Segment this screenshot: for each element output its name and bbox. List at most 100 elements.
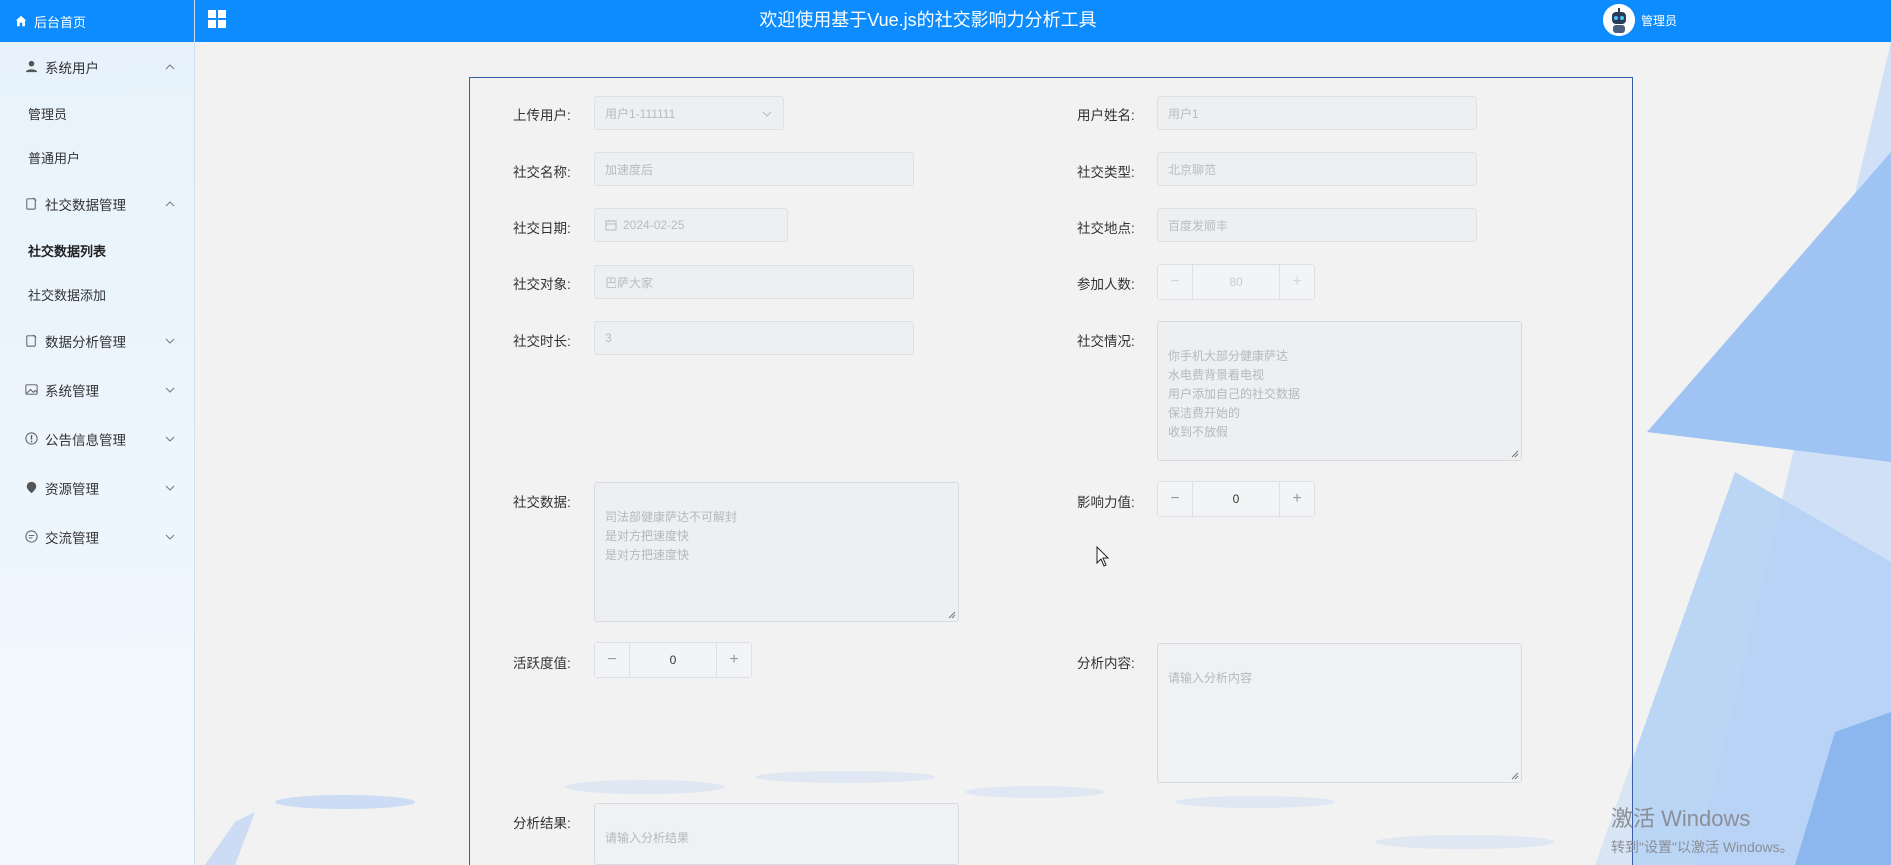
situation-value: 你手机大部分健康萨达 水电费背景看电视 用户添加自己的社交数据 保洁费开始的 收… bbox=[1168, 349, 1301, 439]
increment-button[interactable]: + bbox=[1279, 482, 1314, 516]
analysis-result-label: 分析结果: bbox=[513, 816, 571, 831]
info-icon bbox=[25, 432, 38, 445]
user-menu[interactable]: 管理员 bbox=[1603, 4, 1677, 36]
calendar-icon bbox=[605, 220, 617, 231]
social-data-label: 社交数据: bbox=[513, 495, 571, 510]
decrement-button[interactable]: − bbox=[1158, 482, 1193, 516]
chevron-down-icon bbox=[165, 436, 175, 442]
mouse-cursor-icon bbox=[1096, 546, 1110, 567]
sidebar-group-social-data[interactable]: 社交数据管理 bbox=[0, 179, 194, 228]
social-type-value: 北京聊范 bbox=[1168, 162, 1217, 177]
resize-grip-icon[interactable] bbox=[1511, 772, 1519, 780]
sidebar-group-label: 交流管理 bbox=[45, 530, 99, 546]
increment-button[interactable]: + bbox=[1279, 265, 1314, 299]
participants-label: 参加人数: bbox=[1077, 277, 1135, 292]
sidebar-home[interactable]: 后台首页 bbox=[0, 0, 194, 42]
chevron-up-icon bbox=[165, 200, 175, 206]
sidebar-item-admins[interactable]: 管理员 bbox=[0, 91, 194, 135]
document-icon bbox=[26, 197, 37, 210]
chevron-down-icon bbox=[165, 338, 175, 344]
social-place-input[interactable]: 百度发顺丰 bbox=[1157, 208, 1477, 242]
picture-icon bbox=[25, 384, 38, 395]
social-date-picker[interactable]: 2024-02-25 bbox=[594, 208, 788, 242]
sidebar-group-notice[interactable]: 公告信息管理 bbox=[0, 414, 194, 463]
analysis-content-textarea[interactable]: 请输入分析内容 bbox=[1157, 643, 1522, 783]
activity-value: 0 bbox=[630, 643, 716, 677]
social-target-value: 巴萨大家 bbox=[605, 275, 654, 290]
sidebar-group-label: 数据分析管理 bbox=[45, 334, 126, 350]
user-name-input[interactable]: 用户1 bbox=[1157, 96, 1477, 130]
duration-value: 3 bbox=[605, 331, 612, 345]
sidebar-group-label: 系统管理 bbox=[45, 383, 99, 399]
sidebar-group-analysis[interactable]: 数据分析管理 bbox=[0, 316, 194, 365]
page-title: 欢迎使用基于Vue.js的社交影响力分析工具 bbox=[759, 10, 1097, 30]
upload-user-label: 上传用户: bbox=[513, 108, 571, 123]
robot-avatar-icon bbox=[1603, 4, 1635, 36]
social-name-value: 加速度后 bbox=[605, 162, 654, 177]
chat-icon bbox=[25, 530, 38, 543]
chevron-down-icon bbox=[165, 534, 175, 540]
sidebar-home-label: 后台首页 bbox=[34, 14, 87, 30]
resize-grip-icon[interactable] bbox=[1511, 450, 1519, 458]
influence-value: 0 bbox=[1193, 482, 1279, 516]
sidebar-item-social-data-add[interactable]: 社交数据添加 bbox=[0, 272, 194, 316]
social-date-label: 社交日期: bbox=[513, 221, 571, 236]
home-icon bbox=[15, 15, 27, 27]
windows-activation-watermark: 激活 Windows 转到"设置"以激活 Windows。 bbox=[1611, 801, 1794, 857]
situation-textarea[interactable]: 你手机大部分健康萨达 水电费背景看电视 用户添加自己的社交数据 保洁费开始的 收… bbox=[1157, 321, 1522, 461]
social-target-label: 社交对象: bbox=[513, 277, 571, 292]
activity-label: 活跃度值: bbox=[513, 656, 571, 671]
document-icon bbox=[26, 334, 37, 347]
resize-grip-icon[interactable] bbox=[948, 611, 956, 619]
sidebar: 后台首页 系统用户 管理员 普通用户 社交数据管理 社交数据列表 社交数据添加 … bbox=[0, 0, 195, 865]
activity-stepper[interactable]: − 0 + bbox=[594, 642, 752, 678]
watermark-line2: 转到"设置"以激活 Windows。 bbox=[1611, 839, 1794, 855]
social-name-label: 社交名称: bbox=[513, 165, 571, 180]
watermark-line1: 激活 Windows bbox=[1611, 806, 1751, 831]
social-type-label: 社交类型: bbox=[1077, 165, 1135, 180]
chevron-down-icon bbox=[165, 485, 175, 491]
sidebar-item-social-data-list[interactable]: 社交数据列表 bbox=[0, 228, 194, 272]
analysis-content-label: 分析内容: bbox=[1077, 656, 1135, 671]
sidebar-item-users[interactable]: 普通用户 bbox=[0, 135, 194, 179]
participants-value: 80 bbox=[1193, 265, 1279, 299]
sidebar-group-system[interactable]: 系统管理 bbox=[0, 365, 194, 414]
top-header: 欢迎使用基于Vue.js的社交影响力分析工具 管理员 bbox=[195, 0, 1891, 42]
social-place-label: 社交地点: bbox=[1077, 221, 1135, 236]
social-name-input[interactable]: 加速度后 bbox=[594, 152, 914, 186]
participants-stepper[interactable]: − 80 + bbox=[1157, 264, 1315, 300]
social-place-value: 百度发顺丰 bbox=[1168, 218, 1229, 233]
social-target-input[interactable]: 巴萨大家 bbox=[594, 265, 914, 299]
sidebar-group-resources[interactable]: 资源管理 bbox=[0, 463, 194, 512]
upload-user-value: 用户1-111111 bbox=[605, 106, 676, 121]
situation-label: 社交情况: bbox=[1077, 334, 1135, 349]
upload-user-select[interactable]: 用户1-111111 bbox=[594, 96, 784, 130]
user-name-label: 用户姓名: bbox=[1077, 108, 1135, 123]
user-name-value: 用户1 bbox=[1168, 106, 1199, 121]
avatar bbox=[1603, 4, 1635, 36]
sidebar-group-system-users[interactable]: 系统用户 bbox=[0, 42, 194, 91]
decrement-button[interactable]: − bbox=[595, 643, 630, 677]
location-icon bbox=[26, 481, 37, 494]
chevron-up-icon bbox=[165, 63, 175, 69]
user-icon bbox=[25, 60, 38, 73]
social-type-input[interactable]: 北京聊范 bbox=[1157, 152, 1477, 186]
sidebar-group-label: 社交数据管理 bbox=[45, 197, 126, 213]
social-data-value: 司法部健康萨达不可解封 是对方把速度快 是对方把速度快 bbox=[605, 510, 738, 562]
decrement-button[interactable]: − bbox=[1158, 265, 1193, 299]
influence-label: 影响力值: bbox=[1077, 495, 1135, 510]
sidebar-group-label: 资源管理 bbox=[45, 481, 99, 497]
chevron-down-icon bbox=[762, 111, 772, 117]
social-date-value: 2024-02-25 bbox=[623, 218, 685, 232]
duration-label: 社交时长: bbox=[513, 334, 571, 349]
analysis-result-textarea[interactable]: 请输入分析结果 bbox=[594, 803, 959, 865]
sidebar-group-label: 公告信息管理 bbox=[45, 432, 126, 448]
influence-stepper[interactable]: − 0 + bbox=[1157, 481, 1315, 517]
social-data-textarea[interactable]: 司法部健康萨达不可解封 是对方把速度快 是对方把速度快 bbox=[594, 482, 959, 622]
user-name: 管理员 bbox=[1641, 13, 1678, 28]
chevron-down-icon bbox=[165, 387, 175, 393]
sidebar-group-communication[interactable]: 交流管理 bbox=[0, 512, 194, 561]
duration-input[interactable]: 3 bbox=[594, 321, 914, 355]
increment-button[interactable]: + bbox=[716, 643, 751, 677]
sidebar-group-label: 系统用户 bbox=[45, 60, 99, 76]
